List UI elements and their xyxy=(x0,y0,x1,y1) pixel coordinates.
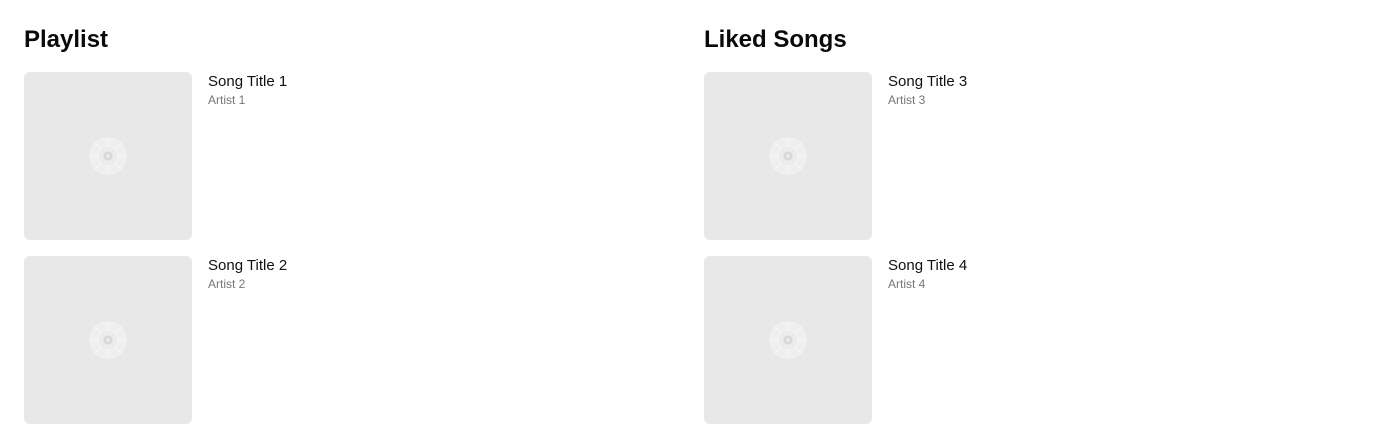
song-title[interactable]: Song Title 3 xyxy=(888,73,967,91)
playlist-song-list: Song Title 1 Artist 1 Song Title 2 Artis… xyxy=(24,72,287,440)
song-artist: Artist 3 xyxy=(888,93,926,107)
song-item[interactable]: Song Title 3 Artist 3 xyxy=(704,72,967,240)
song-item[interactable]: Song Title 4 Artist 4 xyxy=(704,256,967,424)
song-artist: Artist 1 xyxy=(208,93,246,107)
album-cover[interactable] xyxy=(24,72,192,240)
song-title[interactable]: Song Title 2 xyxy=(208,257,287,275)
playlist-heading: Playlist xyxy=(24,26,109,53)
song-title[interactable]: Song Title 4 xyxy=(888,257,967,275)
music-disc-icon xyxy=(89,137,127,175)
song-meta: Song Title 3 Artist 3 xyxy=(888,72,967,109)
music-disc-icon xyxy=(769,137,807,175)
song-meta: Song Title 4 Artist 4 xyxy=(888,256,967,293)
liked-songs-list: Song Title 3 Artist 3 Song Title 4 Artis… xyxy=(704,72,967,440)
song-artist: Artist 4 xyxy=(888,277,926,291)
album-cover[interactable] xyxy=(24,256,192,424)
music-disc-icon xyxy=(89,321,127,359)
album-cover[interactable] xyxy=(704,256,872,424)
song-item[interactable]: Song Title 1 Artist 1 xyxy=(24,72,287,240)
song-meta: Song Title 2 Artist 2 xyxy=(208,256,287,293)
song-item[interactable]: Song Title 2 Artist 2 xyxy=(24,256,287,424)
music-library-page: Playlist Song Title 1 Artist 1 Song Titl… xyxy=(0,0,1376,448)
song-title[interactable]: Song Title 1 xyxy=(208,73,287,91)
music-disc-icon xyxy=(769,321,807,359)
album-cover[interactable] xyxy=(704,72,872,240)
liked-songs-heading: Liked Songs xyxy=(704,26,847,53)
song-meta: Song Title 1 Artist 1 xyxy=(208,72,287,109)
song-artist: Artist 2 xyxy=(208,277,246,291)
